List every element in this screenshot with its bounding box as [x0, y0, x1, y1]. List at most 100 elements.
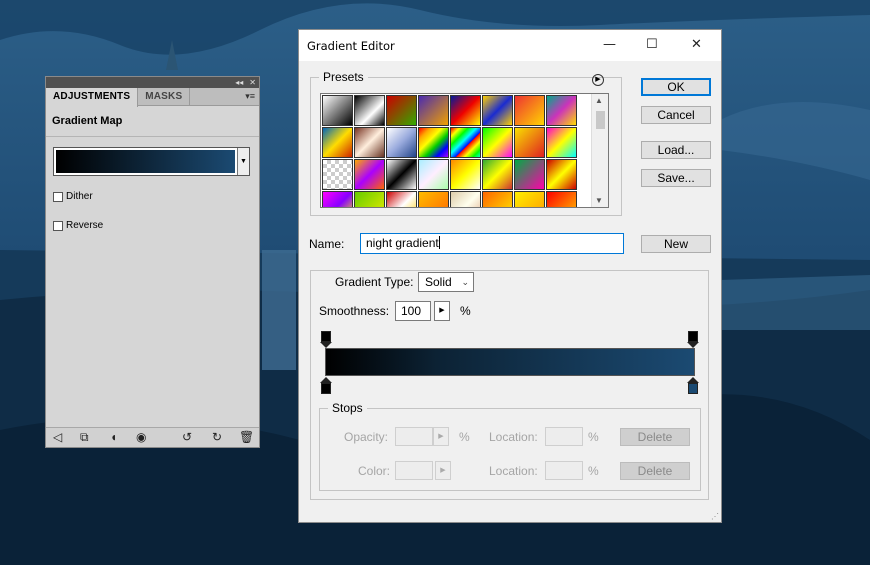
gradient-type-select[interactable]: Solid ⌄	[418, 272, 474, 292]
save-button[interactable]: Save...	[641, 169, 711, 187]
reset-icon[interactable]: ↻	[212, 431, 222, 444]
color-swatch-field[interactable]	[395, 461, 433, 480]
delete-opacity-stop-button[interactable]: Delete	[620, 428, 690, 446]
preset-swatch[interactable]	[322, 191, 353, 207]
opacity-location-field[interactable]	[545, 427, 583, 446]
color-arrow-button[interactable]: ▶	[435, 461, 451, 480]
preset-swatch[interactable]	[354, 191, 385, 207]
preset-swatch[interactable]	[354, 95, 385, 126]
reverse-option[interactable]: Reverse	[53, 220, 103, 231]
minimize-icon[interactable]: —	[603, 37, 616, 52]
preset-swatch[interactable]	[386, 127, 417, 158]
preset-swatch[interactable]	[386, 191, 417, 207]
presets-menu-icon[interactable]: ▶	[592, 74, 604, 86]
chevron-down-icon: ⌄	[461, 277, 469, 287]
preset-swatch[interactable]	[546, 95, 577, 126]
previous-state-icon[interactable]: ↺	[182, 431, 192, 444]
preset-swatch[interactable]	[482, 127, 513, 158]
preset-swatch[interactable]	[514, 159, 545, 190]
preset-swatch[interactable]	[418, 191, 449, 207]
preset-swatch[interactable]	[354, 159, 385, 190]
close-panel-icon[interactable]: ✕	[249, 78, 256, 87]
preset-swatch[interactable]	[354, 127, 385, 158]
preset-swatch[interactable]	[450, 95, 481, 126]
gradient-editor-dialog: Gradient Editor — ☐ ✕ Presets ▶ ▲ ▼ OK C…	[298, 29, 722, 523]
panel-tabs: ADJUSTMENTS MASKS ▾≡	[46, 88, 259, 107]
scroll-thumb[interactable]	[596, 111, 605, 129]
clip-layer-icon[interactable]: ⧉	[80, 431, 89, 444]
name-value: night gradient	[366, 236, 439, 250]
dither-checkbox[interactable]	[53, 191, 63, 202]
reverse-label: Reverse	[66, 220, 104, 231]
smoothness-arrow-button[interactable]: ▶	[434, 301, 450, 321]
new-button[interactable]: New	[641, 235, 711, 253]
preset-swatch[interactable]	[450, 127, 481, 158]
preset-swatch[interactable]	[514, 191, 545, 207]
color-location-percent: %	[588, 464, 599, 478]
stops-label: Stops	[332, 401, 363, 415]
preset-swatch[interactable]	[546, 159, 577, 190]
cancel-button[interactable]: Cancel	[641, 106, 711, 124]
presets-swatch-grid[interactable]: ▲ ▼	[320, 93, 609, 208]
name-field[interactable]: night gradient	[360, 233, 624, 254]
tab-masks[interactable]: MASKS	[138, 88, 191, 105]
name-label: Name:	[309, 237, 345, 251]
gradient-preview-bar[interactable]	[325, 348, 695, 376]
preset-swatch[interactable]	[386, 159, 417, 190]
smoothness-label: Smoothness:	[319, 304, 390, 318]
gradient-swatch[interactable]	[56, 150, 235, 173]
preset-swatch[interactable]	[482, 95, 513, 126]
preset-swatch[interactable]	[514, 127, 545, 158]
presets-scrollbar[interactable]: ▲ ▼	[591, 94, 608, 207]
eye-icon[interactable]: ◉	[136, 431, 146, 444]
color-location-field[interactable]	[545, 461, 583, 480]
panel-titlebar: ◂◂ ✕	[46, 77, 259, 88]
opacity-arrow-button[interactable]: ▶	[433, 427, 449, 446]
back-arrow-icon[interactable]: ◁	[53, 431, 62, 444]
color-label: Color:	[358, 464, 391, 478]
preset-swatch[interactable]	[546, 127, 577, 158]
color-stop-right[interactable]	[687, 377, 699, 394]
preset-swatch[interactable]	[546, 191, 577, 207]
trash-icon[interactable]: 🗑	[239, 431, 254, 444]
smoothness-field[interactable]: 100	[395, 301, 431, 321]
opacity-field[interactable]	[395, 427, 433, 446]
preset-swatch[interactable]	[450, 191, 481, 207]
gradient-map-preview[interactable]: ▼	[53, 147, 250, 176]
preset-swatch[interactable]	[482, 191, 513, 207]
preset-swatch[interactable]	[322, 159, 353, 190]
preset-swatch[interactable]	[482, 159, 513, 190]
close-icon[interactable]: ✕	[691, 37, 702, 52]
opacity-label: Opacity:	[344, 430, 389, 444]
preset-swatch[interactable]	[322, 127, 353, 158]
delete-color-stop-button[interactable]: Delete	[620, 462, 690, 480]
preset-swatch[interactable]	[418, 159, 449, 190]
dialog-titlebar: Gradient Editor	[299, 30, 721, 61]
scroll-up-icon[interactable]: ▲	[595, 96, 603, 105]
collapse-panel-icon[interactable]: ◂◂	[235, 78, 243, 87]
presets-label: Presets	[323, 70, 364, 84]
preset-swatch[interactable]	[418, 95, 449, 126]
gradient-dropdown-arrow[interactable]: ▼	[237, 148, 249, 175]
preset-swatch[interactable]	[322, 95, 353, 126]
reverse-checkbox[interactable]	[53, 220, 63, 231]
resize-grip-icon[interactable]: ⋰	[711, 512, 719, 521]
opacity-stop-left[interactable]	[320, 331, 332, 348]
opacity-stop-right[interactable]	[687, 331, 699, 348]
dialog-title: Gradient Editor	[307, 38, 395, 53]
visibility-mask-icon[interactable]: ◖	[110, 431, 117, 444]
load-button[interactable]: Load...	[641, 141, 711, 159]
tab-adjustments[interactable]: ADJUSTMENTS	[46, 88, 139, 107]
dither-option[interactable]: Dither	[53, 191, 93, 202]
preset-swatch[interactable]	[514, 95, 545, 126]
maximize-icon[interactable]: ☐	[646, 37, 658, 52]
panel-menu-icon[interactable]: ▾≡	[245, 91, 255, 102]
preset-swatch[interactable]	[418, 127, 449, 158]
adjustments-panel: ◂◂ ✕ ADJUSTMENTS MASKS ▾≡ Gradient Map ▼…	[45, 76, 260, 448]
scroll-down-icon[interactable]: ▼	[595, 196, 603, 205]
preset-swatch[interactable]	[450, 159, 481, 190]
color-stop-left[interactable]	[320, 377, 332, 394]
gradient-type-label: Gradient Type:	[332, 275, 417, 289]
ok-button[interactable]: OK	[641, 78, 711, 96]
preset-swatch[interactable]	[386, 95, 417, 126]
